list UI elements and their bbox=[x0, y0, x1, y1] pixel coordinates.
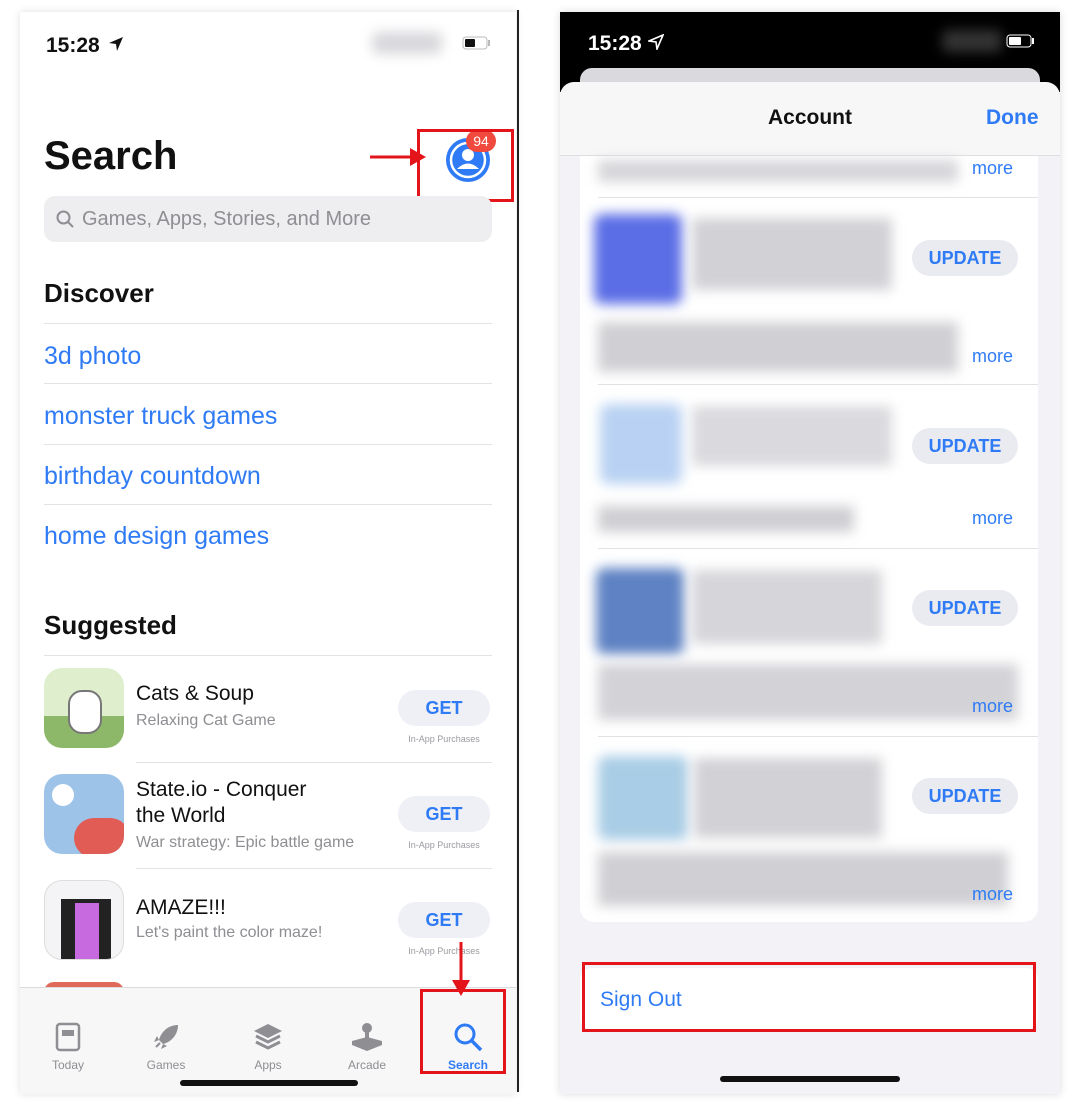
app-name[interactable]: Cats & Soup bbox=[136, 682, 254, 706]
discover-link[interactable]: monster truck games bbox=[44, 402, 277, 431]
annotation-arrow-right bbox=[370, 148, 426, 166]
get-button[interactable]: GET bbox=[398, 796, 490, 832]
more-link[interactable]: more bbox=[972, 884, 1013, 905]
tab-label: Games bbox=[146, 1058, 186, 1072]
status-blurred bbox=[372, 32, 442, 54]
more-link[interactable]: more bbox=[972, 696, 1013, 717]
in-app-purchases-note: In-App Purchases bbox=[408, 840, 480, 850]
magnifier-icon bbox=[56, 210, 74, 228]
tab-arcade[interactable]: Arcade bbox=[327, 1022, 407, 1072]
tab-label: Arcade bbox=[347, 1058, 387, 1072]
suggested-heading: Suggested bbox=[44, 610, 177, 640]
layers-icon bbox=[254, 1024, 282, 1050]
update-button[interactable]: UPDATE bbox=[912, 590, 1018, 626]
blurred-text bbox=[598, 160, 958, 182]
app-icon-amaze[interactable] bbox=[44, 880, 124, 960]
get-button[interactable]: GET bbox=[398, 902, 490, 938]
app-subtitle: Let's paint the color maze! bbox=[136, 924, 323, 941]
annotation-highlight-sign-out bbox=[582, 962, 1036, 1032]
tab-apps[interactable]: Apps bbox=[228, 1022, 308, 1072]
tab-label: Today bbox=[51, 1058, 85, 1072]
blurred-text bbox=[598, 664, 1018, 720]
update-button[interactable]: UPDATE bbox=[912, 428, 1018, 464]
app-subtitle: Relaxing Cat Game bbox=[136, 712, 276, 729]
discover-link[interactable]: 3d photo bbox=[44, 342, 141, 371]
home-indicator bbox=[180, 1080, 358, 1086]
app-subtitle: War strategy: Epic battle game bbox=[136, 834, 355, 851]
status-time: 15:28 bbox=[588, 32, 642, 55]
done-button[interactable]: Done bbox=[986, 106, 1039, 130]
search-screen: 15:28 Search 94 Games, Apps, Stories, an… bbox=[20, 12, 516, 1094]
app-icon-blurred bbox=[594, 214, 682, 304]
status-time: 15:28 bbox=[46, 34, 100, 57]
search-input[interactable]: Games, Apps, Stories, and More bbox=[44, 196, 492, 242]
today-icon bbox=[55, 1022, 81, 1052]
app-icon-blurred bbox=[600, 404, 682, 484]
discover-link[interactable]: home design games bbox=[44, 522, 269, 551]
blurred-text bbox=[692, 406, 892, 466]
blurred-text bbox=[694, 758, 882, 838]
account-screen: 15:28 Account Done more UPDATE more UPDA… bbox=[560, 12, 1060, 1094]
annotation-arrow-down bbox=[452, 942, 470, 996]
location-arrow-icon bbox=[648, 34, 664, 50]
app-icon-blurred bbox=[598, 756, 688, 840]
status-blurred bbox=[942, 30, 1002, 52]
blurred-text bbox=[692, 218, 892, 290]
search-placeholder: Games, Apps, Stories, and More bbox=[82, 208, 372, 230]
home-indicator bbox=[720, 1076, 900, 1082]
joystick-icon bbox=[352, 1023, 382, 1051]
page-title: Search bbox=[44, 134, 178, 178]
blurred-text bbox=[598, 322, 958, 372]
annotation-highlight-search-tab bbox=[420, 989, 506, 1074]
sheet-title: Account bbox=[768, 106, 852, 129]
tab-label: Apps bbox=[254, 1058, 282, 1072]
app-icon-cats-soup[interactable] bbox=[44, 668, 124, 748]
discover-link[interactable]: birthday countdown bbox=[44, 462, 261, 491]
annotation-highlight-avatar bbox=[417, 129, 514, 202]
more-link[interactable]: more bbox=[972, 508, 1013, 529]
in-app-purchases-note: In-App Purchases bbox=[408, 734, 480, 744]
more-link[interactable]: more bbox=[972, 346, 1013, 367]
tab-today[interactable]: Today bbox=[28, 1022, 108, 1072]
update-button[interactable]: UPDATE bbox=[912, 240, 1018, 276]
discover-heading: Discover bbox=[44, 278, 154, 308]
app-name-line2[interactable]: the World bbox=[136, 804, 226, 828]
tab-games[interactable]: Games bbox=[126, 1022, 206, 1072]
battery-icon bbox=[1006, 34, 1034, 48]
update-button[interactable]: UPDATE bbox=[912, 778, 1018, 814]
app-icon-blurred bbox=[596, 568, 684, 654]
app-name[interactable]: State.io - Conquer bbox=[136, 778, 306, 802]
get-button[interactable]: GET bbox=[398, 690, 490, 726]
in-app-purchases-note: In-App Purchases bbox=[408, 946, 480, 956]
app-icon-state-io[interactable] bbox=[44, 774, 124, 854]
rocket-icon bbox=[154, 1025, 178, 1049]
location-arrow-icon bbox=[109, 37, 123, 51]
blurred-text bbox=[692, 570, 882, 644]
battery-icon bbox=[462, 36, 490, 50]
blurred-text bbox=[598, 852, 1008, 906]
blurred-text bbox=[598, 506, 854, 532]
more-link[interactable]: more bbox=[972, 158, 1013, 179]
app-name[interactable]: AMAZE!!! bbox=[136, 896, 226, 920]
